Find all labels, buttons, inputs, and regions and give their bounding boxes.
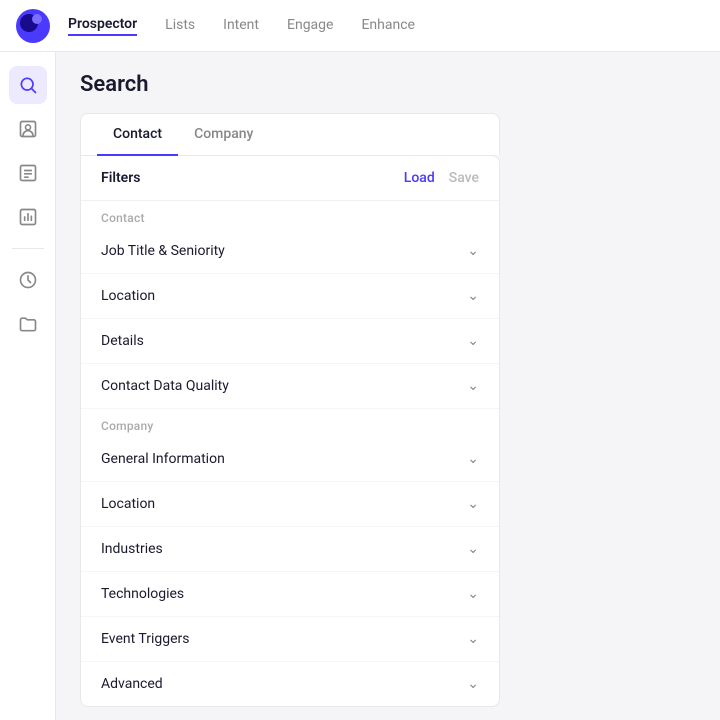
filter-job-title-label: Job Title & Seniority xyxy=(101,243,225,259)
logo xyxy=(16,9,50,43)
nav-engage[interactable]: Engage xyxy=(287,17,333,35)
chevron-down-icon: ⌄ xyxy=(467,451,479,467)
chevron-down-icon: ⌄ xyxy=(467,288,479,304)
filter-technologies-label: Technologies xyxy=(101,586,184,602)
chevron-down-icon: ⌄ xyxy=(467,243,479,259)
tab-company[interactable]: Company xyxy=(178,114,269,156)
tabs-container: Contact Company xyxy=(80,113,500,155)
sidebar-icon-contacts[interactable] xyxy=(9,110,47,148)
filter-industries-label: Industries xyxy=(101,541,163,557)
top-nav: Prospector Lists Intent Engage Enhance xyxy=(0,0,720,52)
sidebar-divider xyxy=(12,248,44,249)
filter-advanced-label: Advanced xyxy=(101,676,163,692)
load-button[interactable]: Load xyxy=(404,170,435,186)
chevron-down-icon: ⌄ xyxy=(467,378,479,394)
filter-event-triggers[interactable]: Event Triggers ⌄ xyxy=(81,617,499,662)
filter-company-location-label: Location xyxy=(101,496,155,512)
save-button[interactable]: Save xyxy=(449,170,479,186)
tab-contact[interactable]: Contact xyxy=(97,114,178,156)
sidebar-icon-history[interactable] xyxy=(9,261,47,299)
chevron-down-icon: ⌄ xyxy=(467,676,479,692)
chevron-down-icon: ⌄ xyxy=(467,496,479,512)
sidebar xyxy=(0,52,56,720)
filter-contact-location[interactable]: Location ⌄ xyxy=(81,274,499,319)
filters-label: Filters xyxy=(101,170,140,186)
nav-links: Prospector Lists Intent Engage Enhance xyxy=(68,16,415,36)
filter-contact-location-label: Location xyxy=(101,288,155,304)
nav-lists[interactable]: Lists xyxy=(165,17,195,35)
sidebar-icon-search[interactable] xyxy=(9,66,47,104)
sidebar-icon-lists[interactable] xyxy=(9,154,47,192)
chevron-down-icon: ⌄ xyxy=(467,333,479,349)
nav-intent[interactable]: Intent xyxy=(223,17,259,35)
filter-general-information-label: General Information xyxy=(101,451,225,467)
filter-technologies[interactable]: Technologies ⌄ xyxy=(81,572,499,617)
company-section-header: Company xyxy=(81,409,499,437)
chevron-down-icon: ⌄ xyxy=(467,586,479,602)
filter-contact-data-quality-label: Contact Data Quality xyxy=(101,378,229,394)
chevron-down-icon: ⌄ xyxy=(467,631,479,647)
filter-event-triggers-label: Event Triggers xyxy=(101,631,190,647)
nav-prospector[interactable]: Prospector xyxy=(68,16,137,36)
filter-header: Filters Load Save xyxy=(81,156,499,201)
filter-panel: Filters Load Save Contact Job Title & Se… xyxy=(80,155,500,707)
filter-details[interactable]: Details ⌄ xyxy=(81,319,499,364)
app-body: Search Contact Company Filters Load Save… xyxy=(0,52,720,720)
contact-section-header: Contact xyxy=(81,201,499,229)
page-title: Search xyxy=(80,72,696,97)
filter-industries[interactable]: Industries ⌄ xyxy=(81,527,499,572)
filter-contact-data-quality[interactable]: Contact Data Quality ⌄ xyxy=(81,364,499,409)
sidebar-icon-chart[interactable] xyxy=(9,198,47,236)
main-content: Search Contact Company Filters Load Save… xyxy=(56,52,720,720)
filter-advanced[interactable]: Advanced ⌄ xyxy=(81,662,499,706)
filter-details-label: Details xyxy=(101,333,144,349)
filter-actions: Load Save xyxy=(404,170,479,186)
filter-job-title[interactable]: Job Title & Seniority ⌄ xyxy=(81,229,499,274)
filter-general-information[interactable]: General Information ⌄ xyxy=(81,437,499,482)
filter-company-location[interactable]: Location ⌄ xyxy=(81,482,499,527)
chevron-down-icon: ⌄ xyxy=(467,541,479,557)
nav-enhance[interactable]: Enhance xyxy=(361,17,415,35)
sidebar-icon-folder[interactable] xyxy=(9,305,47,343)
